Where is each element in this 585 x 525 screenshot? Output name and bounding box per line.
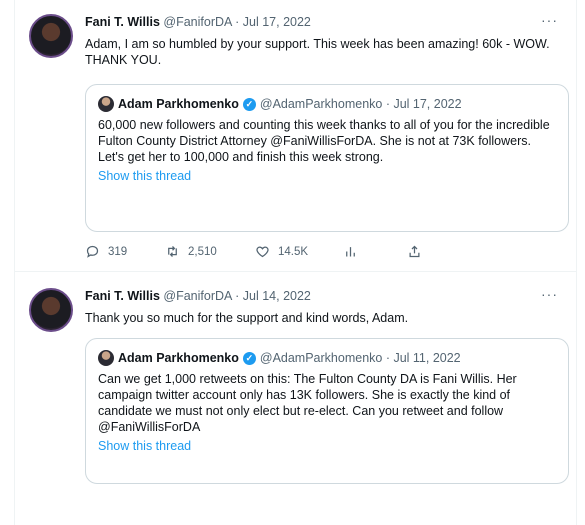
quote-header: Adam Parkhomenko ✓ @AdamParkhomenko · Ju…	[98, 95, 556, 113]
retweet-button[interactable]: 2,510	[165, 244, 217, 259]
reply-icon	[86, 245, 99, 258]
verified-badge-icon: ✓	[242, 97, 256, 111]
like-count: 14.5K	[278, 245, 309, 258]
author-meta[interactable]: @FaniforDA · Jul 14, 2022	[163, 289, 311, 303]
more-options-icon[interactable]: ···	[541, 12, 558, 28]
author-name[interactable]: Fani T. Willis	[85, 289, 160, 303]
avatar[interactable]	[29, 288, 73, 332]
quote-author-name: Adam Parkhomenko	[118, 351, 239, 365]
tweet-text: Adam, I am so humbled by your support. T…	[85, 37, 550, 67]
quote-avatar	[98, 96, 114, 112]
analytics-button[interactable]	[343, 244, 358, 259]
like-button[interactable]: 14.5K	[255, 244, 308, 259]
reply-button[interactable]: 319	[85, 244, 127, 259]
reply-count: 319	[108, 245, 128, 258]
verified-badge-icon: ✓	[242, 351, 256, 365]
retweet-count: 2,510	[188, 245, 217, 258]
tweet-header: Fani T. Willis @FaniforDA · Jul 14, 2022	[85, 289, 311, 303]
quote-author-meta: @AdamParkhomenko · Jul 17, 2022	[259, 97, 462, 111]
tweet-header: Fani T. Willis @FaniforDA · Jul 17, 2022	[85, 15, 311, 29]
tweet[interactable]: Fani T. Willis @FaniforDA · Jul 14, 2022…	[15, 272, 576, 525]
tweet-feed: Fani T. Willis @FaniforDA · Jul 17, 2022…	[14, 0, 577, 525]
tweet-actions: 319 2,510 14.5K	[85, 244, 485, 262]
show-thread-link[interactable]: Show this thread	[98, 439, 191, 453]
tweet-text: Thank you so much for the support and ki…	[85, 311, 409, 325]
quote-text: 60,000 new followers and counting this w…	[98, 118, 550, 164]
tweet[interactable]: Fani T. Willis @FaniforDA · Jul 17, 2022…	[15, 0, 576, 272]
quote-header: Adam Parkhomenko ✓ @AdamParkhomenko · Ju…	[98, 349, 556, 367]
share-button[interactable]	[407, 244, 422, 259]
author-meta[interactable]: @FaniforDA · Jul 17, 2022	[163, 15, 311, 29]
quoted-tweet[interactable]: Adam Parkhomenko ✓ @AdamParkhomenko · Ju…	[85, 84, 569, 232]
author-name[interactable]: Fani T. Willis	[85, 15, 160, 29]
like-icon	[256, 246, 269, 258]
quote-author-name: Adam Parkhomenko	[118, 97, 239, 111]
quoted-tweet[interactable]: Adam Parkhomenko ✓ @AdamParkhomenko · Ju…	[85, 338, 569, 484]
share-icon	[409, 245, 420, 258]
avatar[interactable]	[29, 14, 73, 58]
quote-text: Can we get 1,000 retweets on this: The F…	[98, 372, 517, 434]
quote-avatar	[98, 350, 114, 366]
show-thread-link[interactable]: Show this thread	[98, 169, 191, 183]
more-options-icon[interactable]: ···	[541, 286, 558, 302]
analytics-icon	[346, 247, 355, 257]
retweet-icon	[168, 246, 177, 257]
quote-author-meta: @AdamParkhomenko · Jul 11, 2022	[259, 351, 461, 365]
